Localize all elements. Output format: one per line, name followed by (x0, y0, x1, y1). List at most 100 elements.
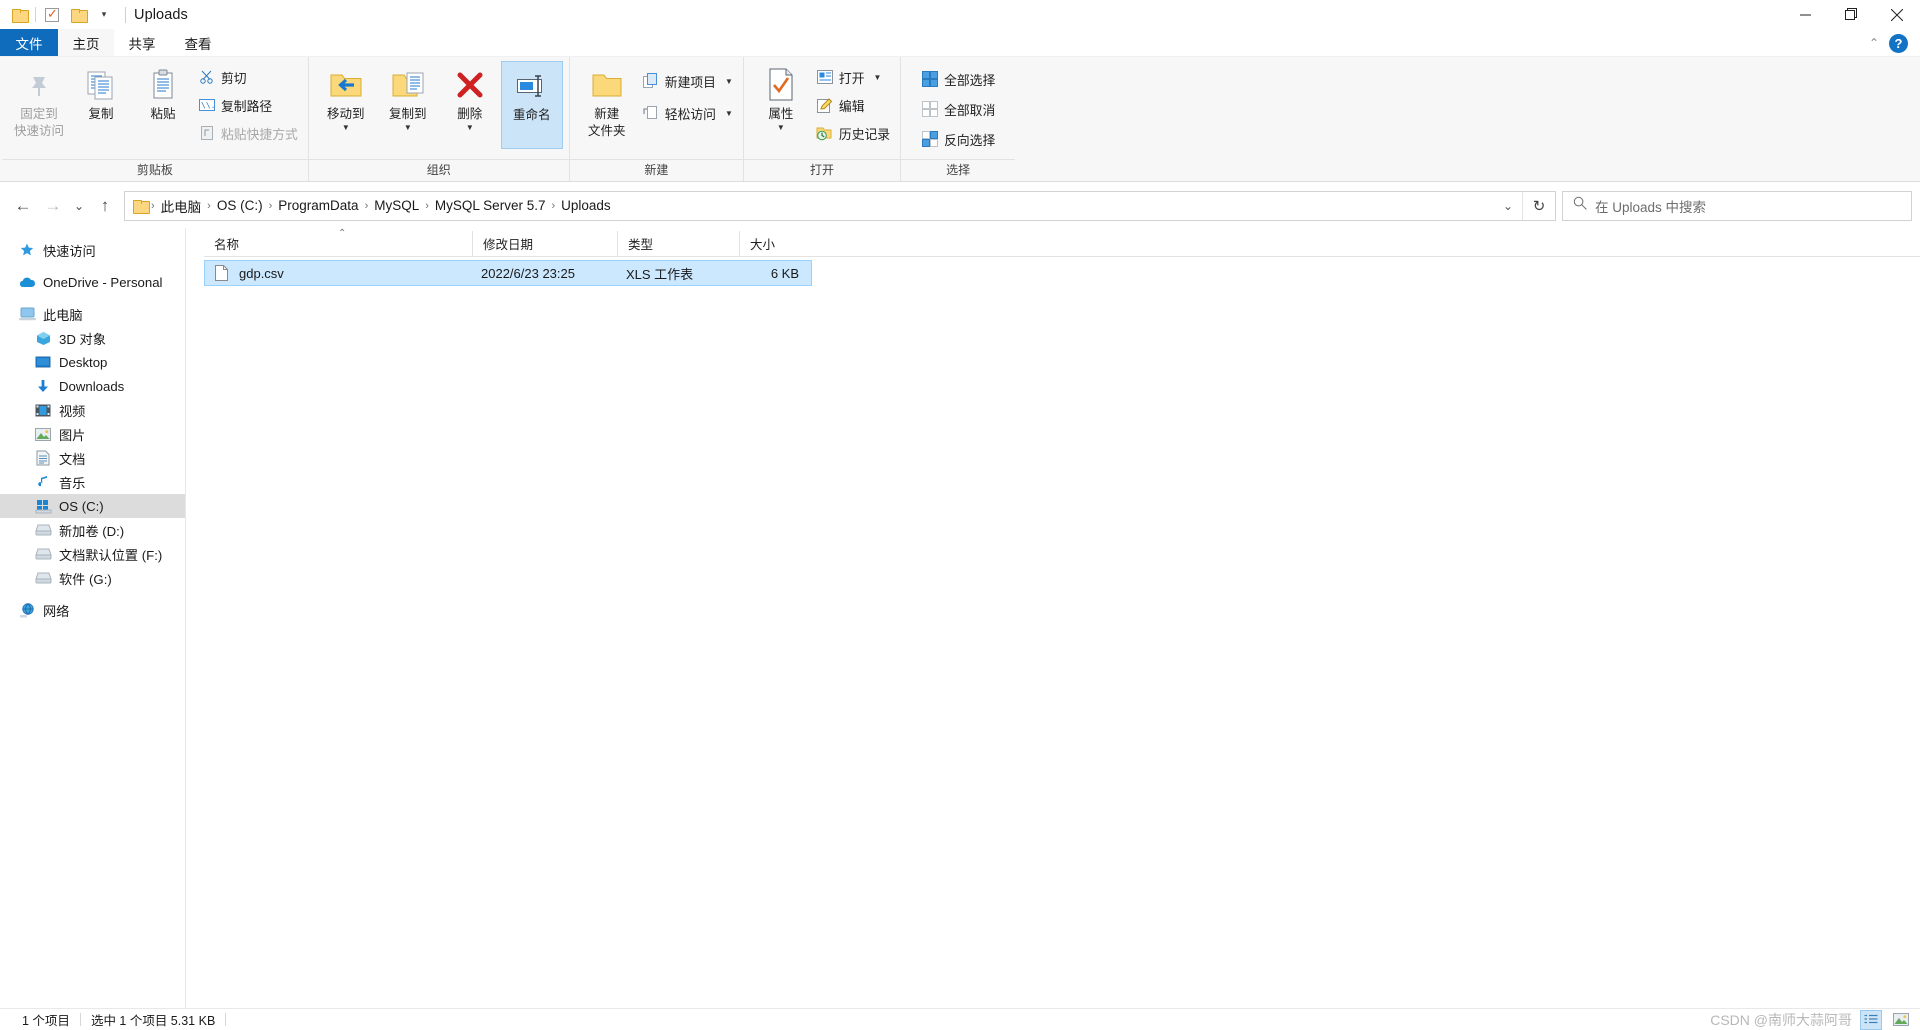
chevron-down-icon[interactable]: ▼ (725, 77, 733, 85)
properties-icon (766, 65, 796, 105)
column-header-size[interactable]: 大小 (739, 231, 824, 256)
sidebar-item-videos[interactable]: 视频 (0, 398, 185, 422)
select-none-button[interactable]: 全部取消 (917, 97, 999, 121)
rename-button[interactable]: 重命名 (500, 61, 563, 149)
status-divider (225, 1013, 227, 1026)
file-list-pane[interactable]: ⌃ 名称 修改日期 类型 大小 gdp.csv 2022/6/23 23:25 … (185, 228, 1920, 1008)
address-bar: ← → ⌄ ↑ › 此电脑 › OS (C:) › ProgramData › … (0, 183, 1920, 228)
pin-to-quick-access-button[interactable]: 固定到 快速访问 (8, 61, 70, 149)
address-dropdown-icon[interactable]: ⌄ (1494, 199, 1522, 213)
tab-file[interactable]: 文件 (0, 29, 58, 56)
qat-customize-caret-icon[interactable]: ▾ (91, 3, 117, 27)
maximize-button[interactable] (1828, 0, 1874, 29)
pictures-icon (34, 427, 52, 441)
qat-folder-icon[interactable] (6, 3, 32, 27)
breadcrumb-item-1[interactable]: OS (C:) (212, 198, 268, 213)
item-count-label: 1 个项目 (22, 1014, 70, 1028)
qat-new-folder-icon[interactable] (65, 3, 91, 27)
select-small-commands: 全部选择 全部取消 反向选择 (907, 61, 1009, 151)
tab-view[interactable]: 查看 (170, 29, 226, 56)
column-header-label: 名称 (214, 238, 240, 252)
this-pc-icon (18, 307, 36, 321)
chevron-down-icon[interactable]: ▼ (777, 124, 785, 132)
move-to-button[interactable]: 移动到 ▼ (315, 61, 377, 149)
sidebar-item-quick-access[interactable]: 快速访问 (0, 238, 185, 262)
column-header-name[interactable]: ⌃ 名称 (204, 229, 472, 256)
breadcrumb-item-3[interactable]: MySQL (369, 198, 424, 213)
breadcrumb-item-0[interactable]: 此电脑 (156, 196, 207, 216)
easy-access-label: 轻松访问 (664, 106, 716, 122)
easy-access-button[interactable]: 轻松访问 ▼ (638, 101, 737, 125)
sidebar-item-drive-f[interactable]: 文档默认位置 (F:) (0, 542, 185, 566)
table-row[interactable]: gdp.csv 2022/6/23 23:25 XLS 工作表 6 KB (204, 260, 812, 286)
breadcrumb[interactable]: › 此电脑 › OS (C:) › ProgramData › MySQL › … (124, 190, 1556, 221)
copy-button[interactable]: 复制 (70, 61, 132, 149)
sidebar-item-pictures[interactable]: 图片 (0, 422, 185, 446)
sidebar-item-network[interactable]: 网络 (0, 598, 185, 622)
forward-button[interactable]: → (38, 191, 68, 221)
ribbon-group-clipboard: 固定到 快速访问 复制 粘贴 剪切 \\. 复制路径 粘贴快捷方式 剪贴板 (2, 57, 308, 181)
up-button[interactable]: ↑ (90, 191, 120, 221)
column-header-modified[interactable]: 修改日期 (472, 231, 617, 256)
breadcrumb-item-5[interactable]: Uploads (556, 198, 616, 213)
delete-button[interactable]: 删除 ▼ (439, 61, 501, 149)
chevron-down-icon[interactable]: ▼ (873, 73, 881, 81)
chevron-down-icon[interactable]: ▼ (404, 124, 412, 132)
chevron-down-icon[interactable]: ▼ (466, 124, 474, 132)
breadcrumb-item-4[interactable]: MySQL Server 5.7 (430, 198, 551, 213)
navigation-pane[interactable]: 快速访问 OneDrive - Personal 此电脑 3D 对象 Deskt… (0, 228, 185, 1008)
paste-button[interactable]: 粘贴 (132, 61, 194, 149)
refresh-icon[interactable]: ↻ (1523, 197, 1555, 215)
breadcrumb-item-2[interactable]: ProgramData (273, 198, 363, 213)
cut-button[interactable]: 剪切 (194, 65, 302, 89)
chevron-down-icon[interactable]: ▼ (725, 109, 733, 117)
file-name-cell[interactable]: gdp.csv (205, 264, 471, 282)
copy-label: 复制 (88, 107, 114, 121)
sidebar-item-drive-d[interactable]: 新加卷 (D:) (0, 518, 185, 542)
select-all-icon (921, 70, 939, 88)
search-input[interactable]: 在 Uploads 中搜索 (1562, 190, 1912, 221)
back-button[interactable]: ← (8, 191, 38, 221)
sidebar-item-this-pc[interactable]: 此电脑 (0, 302, 185, 326)
sidebar-item-3d-objects[interactable]: 3D 对象 (0, 326, 185, 350)
sidebar-item-label: Desktop (59, 354, 108, 370)
sidebar-item-music[interactable]: 音乐 (0, 470, 185, 494)
edit-button[interactable]: 编辑 (812, 93, 894, 117)
chevron-up-icon[interactable]: ⌃ (1869, 36, 1879, 50)
column-header-type[interactable]: 类型 (617, 231, 739, 256)
minimize-button[interactable] (1782, 0, 1828, 29)
invert-selection-button[interactable]: 反向选择 (917, 127, 999, 151)
open-button[interactable]: 打开 ▼ (812, 65, 894, 89)
new-item-button[interactable]: 新建项目 ▼ (638, 69, 737, 93)
sidebar-item-os-c[interactable]: OS (C:) (0, 494, 185, 518)
large-icons-view-icon[interactable] (1890, 1010, 1912, 1030)
copy-to-button[interactable]: 复制到 ▼ (377, 61, 439, 149)
select-none-icon (921, 100, 939, 118)
ribbon-group-label-organize: 组织 (308, 159, 569, 181)
tab-share[interactable]: 共享 (114, 29, 170, 56)
sidebar-item-onedrive[interactable]: OneDrive - Personal (0, 270, 185, 294)
select-all-button[interactable]: 全部选择 (917, 67, 999, 91)
copy-path-button[interactable]: \\.. 复制路径 (194, 93, 302, 117)
select-none-label: 全部取消 (944, 102, 996, 118)
chevron-down-icon[interactable]: ▼ (342, 124, 350, 132)
sidebar-item-downloads[interactable]: Downloads (0, 374, 185, 398)
history-button[interactable]: 历史记录 (812, 121, 894, 145)
sidebar-item-drive-g[interactable]: 软件 (G:) (0, 566, 185, 590)
sidebar-item-desktop[interactable]: Desktop (0, 350, 185, 374)
ribbon-group-label-new: 新建 (569, 159, 743, 181)
paste-shortcut-button[interactable]: 粘贴快捷方式 (194, 121, 302, 145)
sidebar-item-documents[interactable]: 文档 (0, 446, 185, 470)
clipboard-small-commands: 剪切 \\.. 复制路径 (194, 61, 302, 145)
tab-home[interactable]: 主页 (58, 29, 114, 56)
new-folder-button[interactable]: 新建 文件夹 (576, 61, 638, 149)
qat-properties-check-icon[interactable] (39, 3, 65, 27)
properties-button[interactable]: 属性 ▼ (750, 61, 812, 149)
close-button[interactable] (1874, 0, 1920, 29)
details-view-icon[interactable] (1860, 1009, 1882, 1030)
paste-icon (146, 65, 180, 105)
sidebar-item-label: 软件 (G:) (59, 571, 112, 587)
recent-locations-button[interactable]: ⌄ (68, 191, 90, 221)
help-icon[interactable]: ? (1889, 33, 1908, 53)
network-icon (18, 602, 36, 618)
